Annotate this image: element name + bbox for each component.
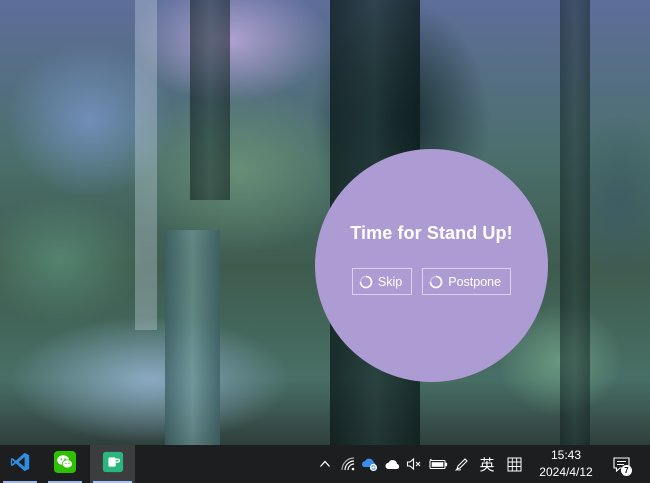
ime-mode-text: 英 — [479, 456, 495, 474]
clock-date: 2024/4/12 — [539, 465, 593, 479]
ime-grid-icon — [507, 457, 522, 472]
progress-ring-icon — [359, 275, 373, 289]
onedrive-sync-icon — [361, 456, 379, 472]
taskbar-app-vscode[interactable] — [0, 445, 40, 483]
battery-icon — [428, 458, 448, 470]
wallpaper-tree-trunk — [190, 0, 230, 200]
break-reminder-popup: Time for Stand Up! Skip Postpone — [315, 149, 548, 382]
tray-overflow-button[interactable] — [316, 445, 334, 483]
tray-onedrive-sync[interactable] — [360, 445, 380, 483]
tray-network[interactable] — [339, 445, 357, 483]
cloud-icon — [384, 458, 401, 470]
wechat-icon — [54, 450, 76, 478]
postpone-button[interactable]: Postpone — [422, 268, 512, 295]
wallpaper-tree-trunk — [135, 0, 157, 330]
vscode-icon — [9, 451, 31, 478]
taskbar-app-stretchly[interactable] — [90, 445, 135, 483]
taskbar-clock[interactable]: 15:43 2024/4/12 — [532, 445, 600, 483]
wifi-icon — [340, 457, 356, 471]
break-actions: Skip Postpone — [351, 268, 512, 295]
tray-ime-layout[interactable] — [503, 445, 525, 483]
skip-label: Skip — [377, 274, 403, 289]
volume-muted-icon — [406, 457, 422, 471]
break-reminder-icon — [102, 451, 124, 478]
notification-count-badge: 7 — [621, 465, 632, 476]
progress-ring-icon — [429, 275, 443, 289]
break-title: Time for Stand Up! — [350, 223, 513, 243]
postpone-label: Postpone — [448, 274, 502, 289]
tray-battery[interactable] — [427, 445, 449, 483]
wallpaper-tree-trunk — [560, 0, 590, 445]
skip-button[interactable]: Skip — [351, 268, 413, 295]
notification-center-button[interactable] — [608, 445, 634, 483]
wallpaper-tree-trunk — [165, 230, 220, 445]
tray-pen[interactable] — [452, 445, 472, 483]
pen-icon — [454, 456, 470, 472]
ime-mode-indicator[interactable]: 英 — [476, 445, 498, 483]
taskbar-app-wechat[interactable] — [45, 445, 85, 483]
clock-time: 15:43 — [550, 448, 582, 462]
taskbar: 英 15:43 2024/4/12 7 — [0, 445, 650, 483]
tray-volume[interactable] — [404, 445, 424, 483]
tray-cloud[interactable] — [382, 445, 402, 483]
chevron-up-icon — [319, 458, 331, 470]
